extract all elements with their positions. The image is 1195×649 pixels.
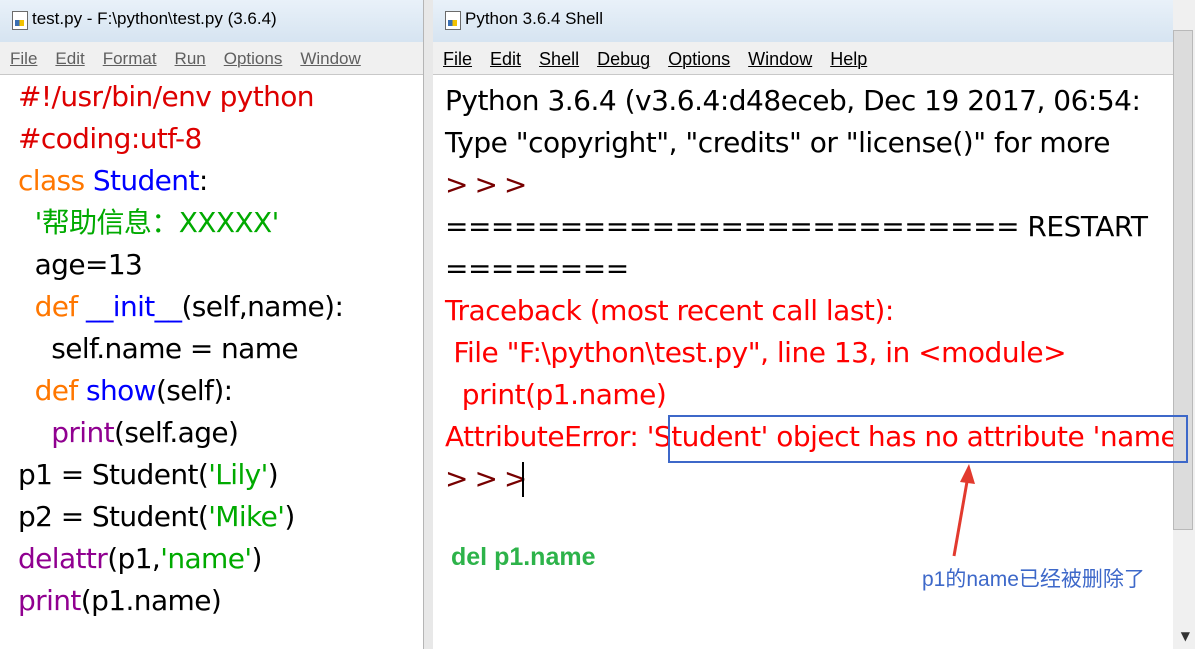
code-token: 'Lily' [208, 458, 268, 491]
code-line: print(self.age) [18, 416, 239, 450]
shell-line: >>> [445, 462, 533, 496]
annotation-del-note: del p1.name [451, 543, 596, 571]
shell-titlebar[interactable]: Python 3.6.4 Shell [433, 0, 1195, 42]
code-line: '帮助信息：XXXXX' [18, 206, 280, 240]
code-token: age=13 [18, 248, 143, 281]
code-line: age=13 [18, 248, 143, 282]
code-line: p1 = Student('Lily') [18, 458, 279, 492]
code-token: self.name = name [18, 332, 298, 365]
code-line: self.name = name [18, 332, 298, 366]
shell-menu-shell[interactable]: Shell [529, 42, 587, 70]
shell-line: ========================= RESTART [445, 210, 1148, 244]
shell-line: File "F:\python\test.py", line 13, in <m… [445, 336, 1066, 370]
code-token: #coding:utf-8 [18, 122, 202, 155]
code-token: ) [251, 542, 262, 575]
code-token: (self,name): [181, 290, 344, 323]
code-token: '帮助信息：XXXXX' [34, 206, 280, 239]
code-token: (self): [155, 374, 233, 407]
shell-token: Type "copyright", "credits" or "license(… [445, 126, 1110, 159]
shell-token: Python 3.6.4 (v3.6.4:d48eceb, Dec 19 201… [445, 84, 1141, 117]
code-token: 'name' [160, 542, 252, 575]
editor-menu-format[interactable]: Format [93, 42, 165, 69]
shell-menubar: File Edit Shell Debug Options Window Help [433, 42, 1195, 75]
shell-menu-debug[interactable]: Debug [587, 42, 658, 70]
code-line: #!/usr/bin/env python [18, 80, 315, 114]
shell-menu-options[interactable]: Options [658, 42, 738, 70]
code-token: : [198, 164, 208, 197]
shell-token: File "F:\python\test.py", line 13, in <m… [445, 336, 1067, 369]
code-token: #!/usr/bin/env python [18, 80, 315, 113]
annotation-arrow-icon [952, 464, 975, 557]
code-token: def [34, 374, 86, 407]
editor-code-area[interactable]: #!/usr/bin/env python #coding:utf-8 class … [0, 76, 423, 649]
python-file-icon [12, 11, 28, 30]
shell-menu-file[interactable]: File [433, 42, 480, 70]
editor-window: test.py - F:\python\test.py (3.6.4) File… [0, 0, 423, 649]
annotation-deleted-note: p1的name已经被删除了 [922, 568, 1145, 591]
editor-menu-file[interactable]: File [0, 42, 45, 69]
code-token: show [85, 374, 157, 407]
code-token: ) [284, 500, 295, 533]
code-token: class [18, 164, 93, 197]
code-line: print(p1.name) [18, 584, 222, 618]
code-token: ) [267, 458, 279, 491]
code-line: delattr(p1,'name') [18, 542, 262, 576]
shell-token: ======== [445, 252, 629, 285]
shell-line: Python 3.6.4 (v3.6.4:d48eceb, Dec 19 201… [445, 84, 1141, 118]
shell-menu-edit[interactable]: Edit [480, 42, 529, 70]
code-token: Student [92, 164, 200, 197]
editor-menu-window[interactable]: Window [290, 42, 368, 69]
code-line: p2 = Student('Mike') [18, 500, 295, 534]
text-cursor [522, 462, 524, 497]
code-token: delattr [18, 542, 108, 575]
code-token: print [51, 416, 114, 449]
error-highlight-box [668, 415, 1188, 463]
shell-token: ========================= RESTART [445, 210, 1148, 243]
code-token: p1 = Student( [18, 458, 209, 491]
shell-line: ======== [445, 252, 629, 286]
code-line: def __init__(self,name): [18, 290, 344, 324]
code-token: (self.age) [114, 416, 239, 449]
editor-menu-run[interactable]: Run [165, 42, 214, 69]
editor-menu-options[interactable]: Options [214, 42, 291, 69]
scroll-down-arrow-icon[interactable]: ▼ [1181, 629, 1190, 643]
shell-scrollbar[interactable]: ▼ [1173, 0, 1195, 649]
shell-title: Python 3.6.4 Shell [465, 9, 603, 28]
code-line: def show(self): [18, 374, 233, 408]
code-line: class Student: [18, 164, 208, 198]
shell-token: print(p1.name) [445, 378, 667, 411]
code-token: (p1.name) [80, 584, 222, 617]
code-line: #coding:utf-8 [18, 122, 202, 156]
code-token: p2 = Student( [18, 500, 209, 533]
editor-menubar: File Edit Format Run Options Window [0, 42, 423, 75]
shell-menu-help[interactable]: Help [820, 42, 875, 70]
editor-menu-edit[interactable]: Edit [45, 42, 92, 69]
code-token: def [34, 290, 86, 323]
shell-token: Traceback (most recent call last): [445, 294, 894, 327]
code-token: 'Mike' [208, 500, 285, 533]
shell-token: >>> [445, 168, 534, 201]
code-token: __init__ [85, 290, 182, 323]
shell-line: Traceback (most recent call last): [445, 294, 894, 328]
shell-line: >>> [445, 168, 533, 202]
shell-token: >>> [445, 462, 534, 495]
shell-menu-window[interactable]: Window [738, 42, 820, 70]
editor-titlebar[interactable]: test.py - F:\python\test.py (3.6.4) [0, 0, 423, 42]
code-token: (p1, [107, 542, 161, 575]
editor-title: test.py - F:\python\test.py (3.6.4) [32, 9, 277, 28]
shell-line: Type "copyright", "credits" or "license(… [445, 126, 1110, 160]
shell-line: print(p1.name) [445, 378, 667, 412]
code-token: print [18, 584, 81, 617]
python-shell-icon [445, 11, 461, 30]
